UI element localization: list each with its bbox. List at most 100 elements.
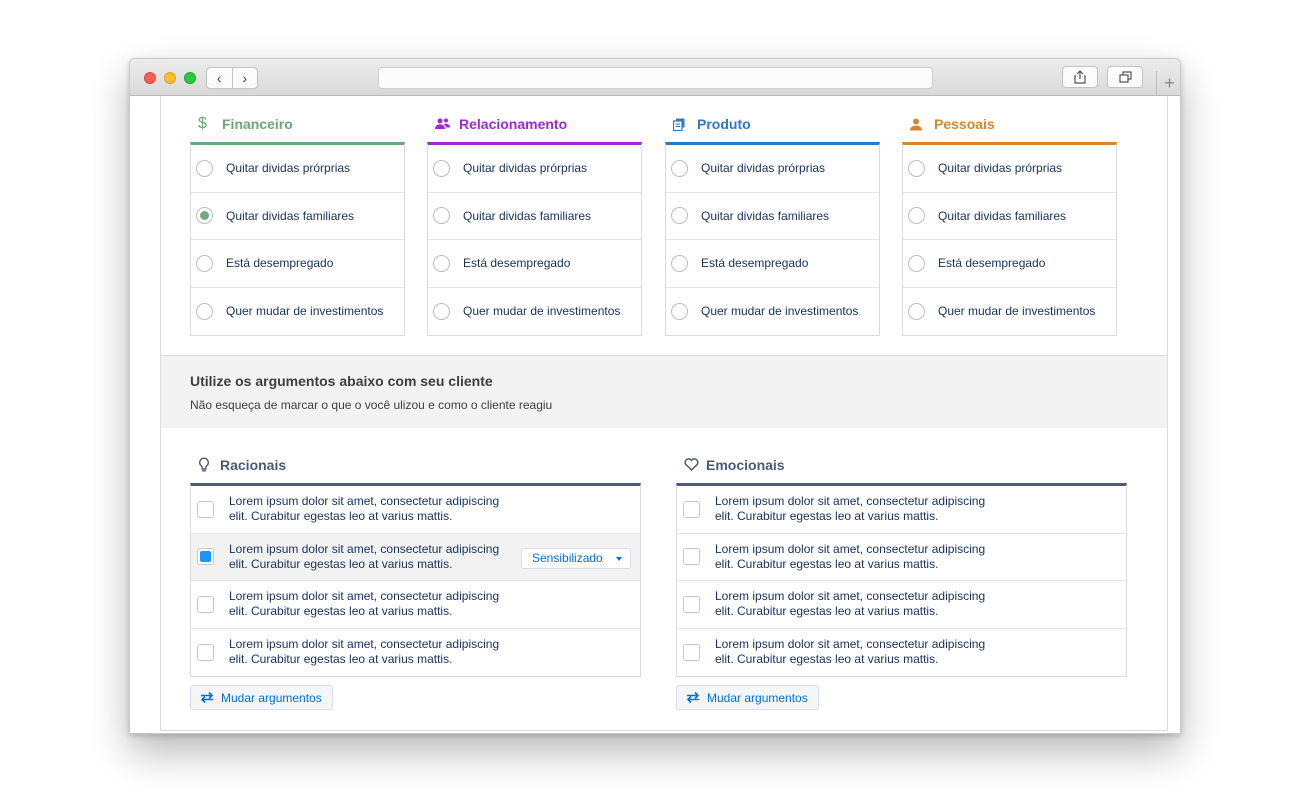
close-window-button[interactable] xyxy=(144,72,156,84)
radio-option[interactable]: Está desempregado xyxy=(191,240,404,288)
radio-option[interactable]: Quitar dividas prórprias xyxy=(903,145,1116,193)
radio-option[interactable]: Está desempregado xyxy=(428,240,641,288)
radio-option[interactable]: Quitar dividas prórprias xyxy=(666,145,879,193)
argument-row[interactable]: Lorem ipsum dolor sit amet, consectetur … xyxy=(191,581,640,629)
back-chevron-icon[interactable]: ‹ xyxy=(207,68,233,88)
argument-text: Lorem ipsum dolor sit amet, consectetur … xyxy=(715,541,986,571)
argument-checkbox[interactable] xyxy=(197,500,214,518)
radio-button[interactable] xyxy=(908,254,925,272)
argument-text: Lorem ipsum dolor sit amet, consectetur … xyxy=(229,637,500,667)
share-icon xyxy=(1074,70,1086,84)
racionais-change-button[interactable]: Mudar argumentos xyxy=(190,685,333,710)
person-icon xyxy=(910,118,930,131)
reaction-select[interactable]: Sensibilizado xyxy=(521,547,631,569)
category-title: Pessoais xyxy=(934,116,995,132)
argument-checkbox[interactable] xyxy=(197,548,214,566)
radio-label: Quer mudar de investimentos xyxy=(938,304,1096,319)
radio-option[interactable]: Quitar dividas prórprias xyxy=(191,145,404,193)
zoom-window-button[interactable] xyxy=(184,72,196,84)
radio-button[interactable] xyxy=(671,207,688,225)
heart-icon xyxy=(684,458,706,471)
racionais-header: Racionais xyxy=(190,446,641,483)
radio-button[interactable] xyxy=(908,159,925,177)
radio-label: Quitar dividas familiares xyxy=(463,208,592,223)
radio-button[interactable] xyxy=(671,302,688,320)
category-financeiro: $ Financeiro Quitar dividas prórprias Quita… xyxy=(190,106,405,336)
category-title: Financeiro xyxy=(222,116,293,132)
argument-row[interactable]: Lorem ipsum dolor sit amet, consectetur … xyxy=(191,533,640,581)
radio-option[interactable]: Quitar dividas familiares xyxy=(428,193,641,240)
radio-label: Está desempregado xyxy=(226,256,334,271)
radio-option[interactable]: Quitar dividas familiares xyxy=(903,193,1116,240)
new-tab-button[interactable]: + xyxy=(1156,71,1180,96)
people-icon xyxy=(435,118,455,130)
radio-label: Está desempregado xyxy=(463,256,571,271)
share-button[interactable] xyxy=(1062,66,1098,88)
racionais-list: Lorem ipsum dolor sit amet, consectetur … xyxy=(190,483,641,677)
radio-button[interactable] xyxy=(908,207,925,225)
emocionais-change-button[interactable]: Mudar argumentos xyxy=(676,685,819,710)
instructions-subtitle: Não esqueça de marcar o que o você ulizo… xyxy=(190,398,553,412)
radio-option[interactable]: Quitar dividas familiares xyxy=(666,193,879,240)
argument-checkbox[interactable] xyxy=(683,643,700,661)
emocionais-list: Lorem ipsum dolor sit amet, consectetur … xyxy=(676,483,1127,677)
radio-label: Quitar dividas familiares xyxy=(938,208,1067,223)
forward-chevron-icon[interactable]: › xyxy=(233,68,258,88)
argument-checkbox[interactable] xyxy=(197,643,214,661)
radio-option[interactable]: Quer mudar de investimentos xyxy=(903,288,1116,336)
history-nav: ‹ › xyxy=(206,67,258,89)
page-viewport: $ Financeiro Quitar dividas prórprias Quita… xyxy=(130,96,1180,733)
emocionais-title: Emocionais xyxy=(706,456,785,473)
radio-option[interactable]: Quitar dividas familiares xyxy=(191,193,404,240)
radio-button[interactable] xyxy=(433,207,450,225)
radio-label: Quitar dividas familiares xyxy=(701,208,830,223)
radio-option[interactable]: Quitar dividas prórprias xyxy=(428,145,641,193)
argument-row[interactable]: Lorem ipsum dolor sit amet, consectetur … xyxy=(191,629,640,677)
radio-option[interactable]: Quer mudar de investimentos xyxy=(191,288,404,336)
show-tabs-button[interactable] xyxy=(1107,66,1143,88)
arguments-instructions: Utilize os argumentos abaixo com seu cli… xyxy=(161,355,1167,428)
category-title: Produto xyxy=(697,116,751,132)
argument-checkbox[interactable] xyxy=(683,548,700,566)
radio-button[interactable] xyxy=(196,159,213,177)
dollar-icon: $ xyxy=(198,115,207,132)
racionais-panel: Racionais Lorem ipsum dolor sit amet, co… xyxy=(190,446,641,677)
emocionais-header: Emocionais xyxy=(676,446,1127,483)
lightbulb-icon xyxy=(198,456,220,473)
radio-button[interactable] xyxy=(196,302,213,320)
radio-label: Quitar dividas prórprias xyxy=(226,161,351,176)
address-bar[interactable] xyxy=(378,67,933,89)
category-options: Quitar dividas prórprias Quitar dividas f… xyxy=(190,142,405,336)
radio-button[interactable] xyxy=(196,254,213,272)
radio-button[interactable] xyxy=(433,159,450,177)
argument-row[interactable]: Lorem ipsum dolor sit amet, consectetur … xyxy=(677,534,1126,581)
radio-label: Está desempregado xyxy=(938,256,1046,271)
minimize-window-button[interactable] xyxy=(164,72,176,84)
radio-option[interactable]: Está desempregado xyxy=(903,240,1116,288)
page-content: $ Financeiro Quitar dividas prórprias Quita… xyxy=(160,96,1168,731)
radio-option[interactable]: Quer mudar de investimentos xyxy=(666,288,879,336)
emocionais-change-label: Mudar argumentos xyxy=(707,690,808,705)
swap-arrows-icon xyxy=(200,691,214,704)
argument-row[interactable]: Lorem ipsum dolor sit amet, consectetur … xyxy=(191,486,640,534)
radio-option[interactable]: Quer mudar de investimentos xyxy=(428,288,641,336)
argument-row[interactable]: Lorem ipsum dolor sit amet, consectetur … xyxy=(677,486,1126,534)
argument-row[interactable]: Lorem ipsum dolor sit amet, consectetur … xyxy=(677,581,1126,629)
category-header: Pessoais xyxy=(902,106,1117,142)
argument-checkbox[interactable] xyxy=(683,595,700,613)
category-header: Relacionamento xyxy=(427,106,642,142)
radio-button[interactable] xyxy=(671,159,688,177)
argument-checkbox[interactable] xyxy=(683,500,700,518)
argument-row[interactable]: Lorem ipsum dolor sit amet, consectetur … xyxy=(677,629,1126,677)
category-options: Quitar dividas prórprias Quitar dividas f… xyxy=(427,142,642,336)
argument-checkbox[interactable] xyxy=(197,595,214,613)
radio-button[interactable] xyxy=(433,302,450,320)
argument-text: Lorem ipsum dolor sit amet, consectetur … xyxy=(715,494,986,524)
radio-button[interactable] xyxy=(196,207,213,225)
radio-button[interactable] xyxy=(433,254,450,272)
instructions-title: Utilize os argumentos abaixo com seu cli… xyxy=(190,373,493,389)
radio-option[interactable]: Está desempregado xyxy=(666,240,879,288)
radio-button[interactable] xyxy=(671,254,688,272)
category-produto: Produto Quitar dividas prórprias Quitar di… xyxy=(665,106,880,336)
radio-button[interactable] xyxy=(908,302,925,320)
